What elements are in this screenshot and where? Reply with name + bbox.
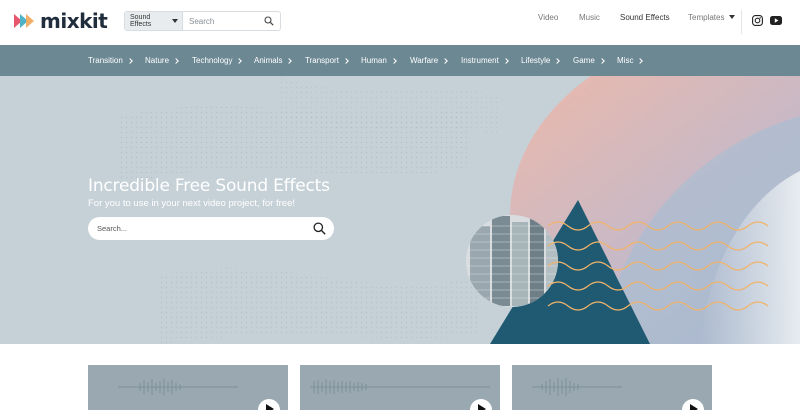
hero-artwork [120,76,800,344]
chevron-right-icon [554,57,561,64]
site-header: mixkit Sound Effects Video Music Sound E… [0,0,800,45]
category-nature[interactable]: Nature [145,56,179,65]
nav-video[interactable]: Video [538,13,558,22]
chevron-right-icon [637,57,644,64]
category-label: Animals [254,56,283,65]
header-search: Sound Effects [124,11,281,31]
category-transport[interactable]: Transport [305,56,349,65]
category-bar: Transition Nature Technology Animals Tra… [0,45,800,76]
chevron-right-icon [236,57,243,64]
hero-banner: Incredible Free Sound Effects For you to… [0,76,800,344]
waveform-icon [532,378,622,396]
hero-subtitle: For you to use in your next video projec… [88,198,295,209]
nav-templates-label: Templates [688,12,725,22]
chevron-right-icon [173,57,179,64]
sound-card[interactable] [88,365,288,410]
category-label: Transition [88,56,123,65]
search-icon[interactable] [313,222,326,235]
category-label: Warfare [410,56,439,65]
logo-mark-icon [14,14,34,28]
hero-search-input[interactable] [97,224,287,233]
hero-search-box [88,217,334,240]
chevron-right-icon [502,57,509,64]
waveform-icon [118,379,238,395]
category-label: Instrument [461,56,499,65]
category-misc[interactable]: Misc [617,56,644,65]
sound-card[interactable] [512,365,712,410]
search-field [183,12,280,30]
category-game[interactable]: Game [573,56,605,65]
category-technology[interactable]: Technology [192,56,243,65]
category-label: Human [361,56,387,65]
category-label: Game [573,56,595,65]
category-warfare[interactable]: Warfare [410,56,448,65]
category-label: Misc [617,56,634,65]
waveform-icon [310,379,490,395]
sound-card[interactable] [300,365,500,410]
category-human[interactable]: Human [361,56,397,65]
category-label: Lifestyle [521,56,551,65]
chevron-right-icon [598,57,605,64]
category-label: Transport [305,56,339,65]
category-label: Technology [192,56,233,65]
hero-title: Incredible Free Sound Effects [88,176,330,196]
youtube-icon[interactable] [770,16,782,25]
category-animals[interactable]: Animals [254,56,293,65]
category-label: Nature [145,56,170,65]
search-icon[interactable] [264,16,274,26]
nav-divider [741,10,742,34]
category-instrument[interactable]: Instrument [461,56,509,65]
category-lifestyle[interactable]: Lifestyle [521,56,561,65]
nav-sound-effects[interactable]: Sound Effects [620,13,670,22]
chevron-right-icon [286,57,293,64]
nav-music[interactable]: Music [579,13,600,22]
chevron-right-icon [442,57,448,64]
chevron-right-icon [126,57,133,64]
caret-down-icon [172,19,178,23]
logo-text: mixkit [40,9,108,33]
chevron-right-icon [343,57,349,64]
search-category-select[interactable]: Sound Effects [125,12,183,30]
caret-down-icon [729,15,736,19]
instagram-icon[interactable] [752,15,763,26]
category-transition[interactable]: Transition [88,56,133,65]
logo[interactable]: mixkit [14,9,108,33]
search-category-label: Sound Effects [130,14,152,28]
chevron-right-icon [390,57,397,64]
search-input[interactable] [189,16,259,26]
nav-templates[interactable]: Templates [688,12,736,22]
